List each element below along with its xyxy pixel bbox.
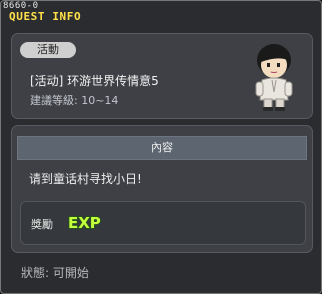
quest-summary-card: 活動 [活动] 环游世界传情意5 建議等級: 10~14 (11, 33, 313, 119)
reward-box: 獎勵 EXP (20, 201, 306, 245)
quest-content-card: 內容 请到童话村寻找小日! 獎勵 EXP (11, 125, 313, 253)
quest-name: [活动] 环游世界传情意5 (30, 74, 159, 88)
quest-level-requirement: 建議等級: 10~14 (30, 94, 119, 107)
window-title: QUEST INFO (9, 10, 82, 23)
quest-category-tag: 活動 (20, 42, 76, 58)
reward-label: 獎勵 (31, 218, 53, 231)
quest-description: 请到童话村寻找小日! (29, 172, 142, 186)
npc-avatar-icon (255, 44, 293, 111)
quest-status: 狀態: 可開始 (21, 266, 89, 280)
exp-badge-text: EXP (68, 214, 101, 231)
content-header: 內容 (17, 136, 307, 160)
quest-info-window: 8660-0 QUEST INFO 活動 [活动] 环游世界传情意5 建議等級:… (0, 0, 322, 294)
exp-reward-icon: EXP (67, 213, 101, 231)
